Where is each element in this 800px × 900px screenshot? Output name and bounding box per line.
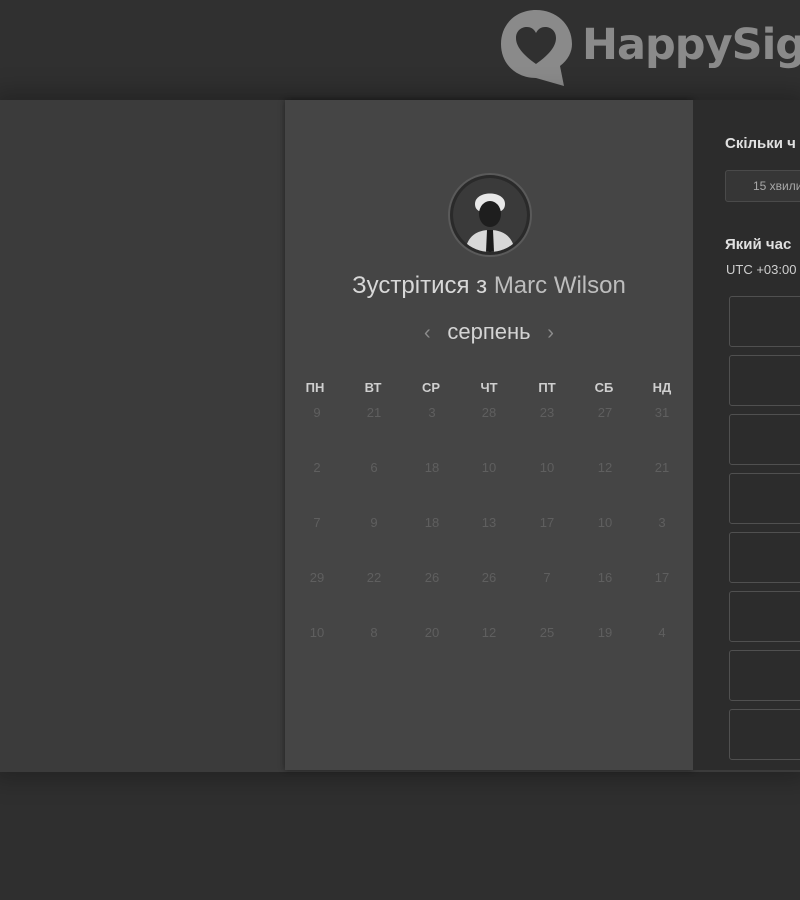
calendar-day: 26	[424, 570, 440, 585]
time-question: Який час	[725, 236, 792, 253]
calendar-day: 17	[654, 570, 670, 585]
calendar-day: 17	[539, 515, 555, 530]
calendar-day: 7	[313, 515, 321, 530]
calendar-day: 3	[428, 405, 436, 420]
time-slot-button[interactable]	[729, 650, 800, 701]
weekday-sat: СБ	[594, 380, 614, 395]
time-slot-button[interactable]	[729, 473, 800, 524]
top-header: HappySig	[0, 0, 800, 100]
calendar-day: 7	[543, 570, 551, 585]
weekday-mon: ПН	[305, 380, 325, 395]
calendar-day: 13	[481, 515, 497, 530]
calendar-day: 31	[654, 405, 670, 420]
time-slot-button[interactable]	[729, 296, 800, 347]
brand-logo-text: HappySig	[582, 20, 800, 70]
calendar-day: 12	[481, 625, 497, 640]
calendar-day: 21	[654, 460, 670, 475]
calendar-day: 12	[597, 460, 613, 475]
calendar-day: 10	[481, 460, 497, 475]
weekday-fri: ПТ	[538, 380, 556, 395]
weekday-sun: НД	[652, 380, 672, 395]
month-label: серпень	[447, 319, 531, 344]
duration-option-button[interactable]: 15 хвили	[725, 170, 800, 202]
duration-question: Скільки ч	[725, 135, 796, 152]
calendar-day: 10	[539, 460, 555, 475]
calendar-day: 29	[309, 570, 325, 585]
calendar-day: 18	[424, 460, 440, 475]
calendar-day: 4	[658, 625, 666, 640]
calendar-day: 23	[539, 405, 555, 420]
meeting-title-prefix: Зустрітися з	[352, 272, 488, 299]
calendar-day: 6	[370, 460, 378, 475]
time-slot-button[interactable]	[729, 532, 800, 583]
time-slot-button[interactable]	[729, 709, 800, 760]
calendar-day: 9	[313, 405, 321, 420]
heart-speech-bubble-icon	[501, 10, 572, 86]
calendar-day: 9	[370, 515, 378, 530]
calendar-day: 28	[481, 405, 497, 420]
calendar-day: 2	[313, 460, 321, 475]
avatar-image	[453, 178, 527, 252]
calendar-day: 16	[597, 570, 613, 585]
host-avatar	[450, 175, 530, 255]
calendar-day: 25	[539, 625, 555, 640]
weekday-wed: СР	[421, 380, 441, 395]
timezone-label[interactable]: UTC +03:00	[726, 262, 796, 277]
calendar-day: 8	[370, 625, 378, 640]
calendar-day: 3	[658, 515, 666, 530]
month-navigation: ‹ серпень ›	[285, 319, 693, 345]
calendar-day: 22	[366, 570, 382, 585]
weekday-thu: ЧТ	[480, 380, 498, 395]
calendar-day: 27	[597, 405, 613, 420]
calendar-card: Зустрітися з Marc Wilson ‹ серпень › ПН ВТ…	[285, 100, 693, 770]
calendar-day: 21	[366, 405, 382, 420]
calendar-day: 20	[424, 625, 440, 640]
calendar-day: 19	[597, 625, 613, 640]
chevron-right-icon[interactable]: ›	[539, 322, 563, 345]
booking-side-panel: Скільки ч 15 хвили Який час UTC +03:00	[693, 100, 800, 770]
time-slot-button[interactable]	[729, 355, 800, 406]
weekday-header: ПН ВТ СР ЧТ ПТ СБ НД	[285, 380, 693, 400]
calendar-day: 10	[309, 625, 325, 640]
host-name: Marc Wilson	[493, 272, 626, 299]
calendar-day: 10	[597, 515, 613, 530]
calendar-day: 26	[481, 570, 497, 585]
chevron-left-icon[interactable]: ‹	[415, 322, 439, 345]
calendar-day: 18	[424, 515, 440, 530]
weekday-tue: ВТ	[364, 380, 382, 395]
meeting-title: Зустрітися з Marc Wilson	[285, 272, 693, 300]
time-slot-button[interactable]	[729, 591, 800, 642]
time-slot-button[interactable]	[729, 414, 800, 465]
